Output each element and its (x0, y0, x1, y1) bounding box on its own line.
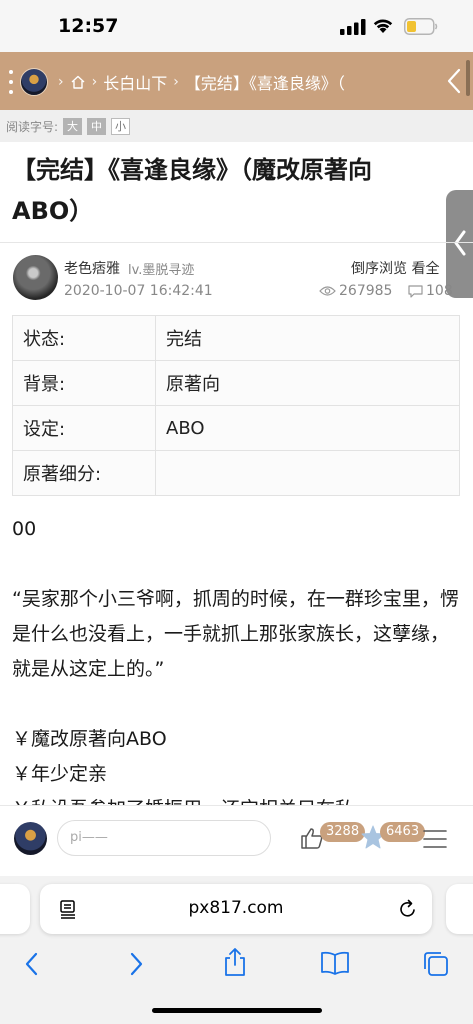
font-size-medium-button[interactable]: 中 (87, 117, 107, 135)
home-icon[interactable] (70, 74, 86, 90)
page: 12:57 › › 长白山下 › 【完结】《喜逢良缘》（ 阅读字号: 大 中 小… (0, 0, 473, 1024)
reload-icon[interactable] (398, 898, 418, 920)
table-value: 完结 (155, 315, 460, 361)
comment-count: 108 (408, 283, 453, 299)
forward-icon[interactable] (126, 950, 146, 978)
wifi-icon (373, 19, 393, 33)
breadcrumb-forum[interactable]: 长白山下 (103, 70, 167, 94)
table-key: 原著细分: (12, 450, 156, 496)
next-tab[interactable] (446, 884, 473, 934)
nav-scrollbar (466, 60, 470, 96)
share-icon[interactable] (222, 946, 248, 978)
browser-chrome: px817.com (0, 876, 473, 1024)
address-bar[interactable]: px817.com (40, 884, 432, 934)
table-key: 状态: (12, 315, 156, 361)
url-text[interactable]: px817.com (40, 898, 432, 918)
back-chevron-icon[interactable] (444, 66, 464, 96)
side-panel-tab[interactable] (446, 190, 473, 298)
info-table: 状态: 完结 背景: 原著向 设定: ABO 原著细分: (12, 315, 460, 496)
post-body: 00 “吴家那个小三爷啊，抓周的时候，在一群珍宝里，愣是什么也没看上，一手就抓上… (12, 512, 460, 827)
view-count: 267985 (319, 283, 392, 299)
status-time: 12:57 (58, 15, 119, 37)
divider (0, 242, 473, 243)
menu-icon[interactable] (422, 828, 448, 850)
home-indicator (152, 1008, 322, 1013)
breadcrumb-thread[interactable]: 【完结】《喜逢良缘》（ (185, 70, 345, 94)
tabs-icon[interactable] (422, 950, 450, 978)
comment-icon (408, 284, 423, 298)
previous-tab[interactable] (0, 884, 30, 934)
comment-input[interactable]: pi—— (57, 820, 271, 856)
battery-icon (404, 18, 438, 35)
site-navbar: › › 长白山下 › 【完结】《喜逢良缘》（ (0, 52, 473, 110)
my-avatar[interactable] (14, 822, 47, 855)
view-options-links[interactable]: 倒序浏览 看全 (351, 258, 439, 278)
table-key: 设定: (12, 405, 156, 451)
table-value: 原著向 (155, 360, 460, 406)
bookmarks-icon[interactable] (320, 950, 350, 976)
table-row: 状态: 完结 (12, 315, 460, 361)
like-count-badge: 3288 (320, 822, 366, 842)
status-bar: 12:57 (0, 0, 473, 52)
table-row: 原著细分: (12, 450, 460, 496)
author-name[interactable]: 老色痞雅 (64, 258, 120, 278)
table-row: 设定: ABO (12, 405, 460, 451)
post-date: 2020-10-07 16:42:41 (64, 283, 213, 299)
table-value (155, 450, 460, 496)
body-paragraph: 00 (12, 518, 37, 540)
body-paragraph: “吴家那个小三爷啊，抓周的时候，在一群珍宝里，愣是什么也没看上，一手就抓上那张家… (12, 588, 459, 680)
font-size-label: 阅读字号: (6, 119, 59, 134)
author-avatar[interactable] (13, 255, 58, 300)
table-row: 背景: 原著向 (12, 360, 460, 406)
side-chevron-icon (454, 230, 466, 256)
comment-bar: pi—— 3288 6463 (0, 805, 473, 876)
table-value: ABO (155, 405, 460, 451)
font-size-small-button[interactable]: 小 (111, 117, 131, 135)
font-size-bar: 阅读字号: 大 中 小 (0, 110, 473, 142)
author-level: lv.墨脱寻迹 (128, 263, 195, 278)
table-key: 背景: (12, 360, 156, 406)
eye-icon (319, 286, 336, 296)
post-title: 【完结】《喜逢良缘》（魔改原著向ABO） (12, 156, 372, 225)
user-avatar[interactable] (20, 68, 48, 96)
signal-icon (340, 19, 366, 35)
body-paragraph: ￥魔改原著向ABO (12, 728, 167, 750)
star-count-badge: 6463 (380, 822, 426, 842)
breadcrumb: › › 长白山下 › 【完结】《喜逢良缘》（ (52, 70, 345, 94)
browser-toolbar (0, 944, 473, 988)
back-icon[interactable] (22, 950, 42, 978)
font-size-large-button[interactable]: 大 (63, 117, 83, 135)
more-dots-icon[interactable] (8, 70, 14, 94)
body-paragraph: ￥年少定亲 (12, 763, 108, 785)
